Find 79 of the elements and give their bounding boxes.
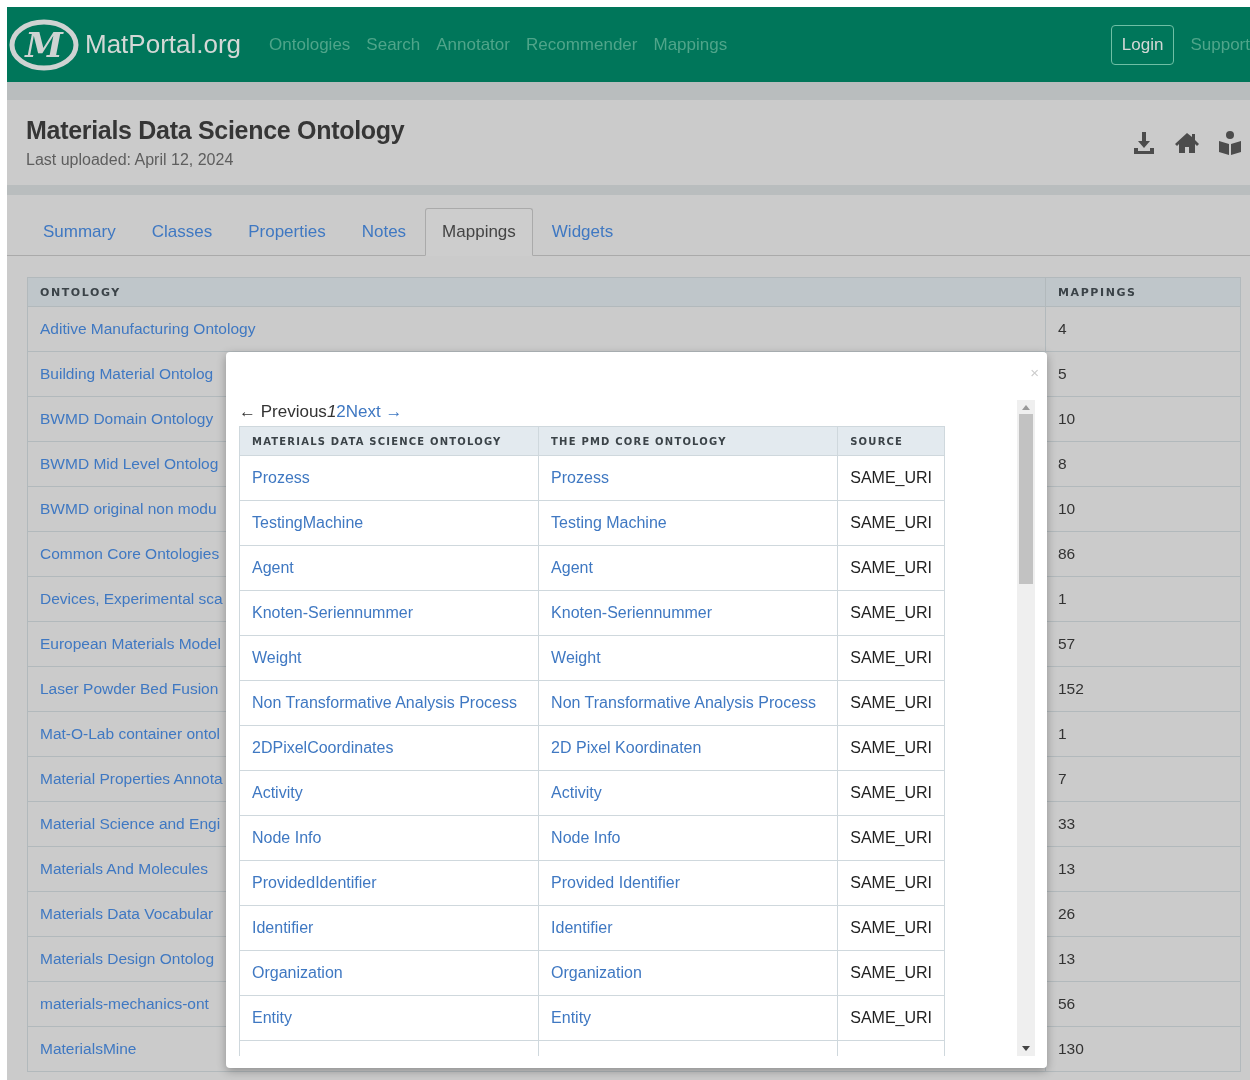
class-link[interactable]: Knoten-Seriennummer [252, 604, 413, 621]
class-link[interactable]: Entity [551, 1009, 592, 1026]
class-link[interactable]: Entity [252, 1009, 292, 1026]
table-cell: SAME_URI [837, 860, 945, 906]
class-link[interactable]: Identifier [551, 919, 613, 936]
class-link[interactable]: Prozess [252, 469, 310, 486]
ontology-link[interactable]: BWMD Domain Ontology [40, 410, 214, 427]
column-header: SOURCE [837, 426, 945, 456]
class-link[interactable]: ProvidedIdentifier [252, 874, 377, 891]
class-link[interactable]: Provided Identifier [551, 874, 681, 891]
ontology-link[interactable]: MaterialsMine [40, 1040, 137, 1057]
download-icon[interactable] [1132, 130, 1156, 155]
brand-name[interactable]: MatPortal.org [85, 29, 242, 60]
ontology-link[interactable]: Materials And Molecules [40, 860, 208, 877]
ontology-link[interactable]: European Materials Model [40, 635, 221, 652]
column-header: MATERIALS DATA SCIENCE ONTOLOGY [239, 426, 539, 456]
page-link[interactable]: 1 [326, 402, 337, 422]
table-cell: SAME_URI [837, 995, 945, 1041]
ontology-title: Materials Data Science Ontology [26, 116, 406, 145]
table-cell: SAME_URI [837, 725, 945, 771]
ontology-link[interactable]: Materials Data Vocabular [40, 905, 214, 922]
class-link[interactable]: Node Info [252, 829, 322, 846]
ontology-link[interactable]: Devices, Experimental sca [40, 590, 223, 607]
login-button[interactable]: Login [1110, 24, 1175, 65]
table-cell: SAME_URI [837, 905, 945, 951]
class-link[interactable]: Organization [252, 964, 343, 981]
table-cell: SAME_URI [837, 455, 945, 501]
class-link[interactable]: Identifier [252, 919, 314, 936]
upload-date: Last uploaded: April 12, 2024 [26, 151, 235, 169]
class-link[interactable]: Node Info [551, 829, 621, 846]
home-icon[interactable] [1174, 131, 1200, 154]
ontology-link[interactable]: Material Science and Engi [40, 815, 221, 832]
ontology-link[interactable]: Building Material Ontolog [40, 365, 214, 382]
tab[interactable]: Notes [344, 208, 424, 255]
class-link[interactable]: TestingMachine [252, 514, 364, 531]
table-cell: SAME_URI [837, 500, 945, 546]
ontology-link[interactable]: Materials Design Ontolog [40, 950, 215, 967]
ontology-link[interactable]: materials-mechanics-ont [40, 995, 209, 1012]
table-cell: SAME_URI [837, 950, 945, 996]
ontology-link[interactable]: Laser Powder Bed Fusion [40, 680, 219, 697]
reader-icon[interactable] [1218, 129, 1242, 156]
class-link[interactable]: Weight [551, 649, 601, 666]
tab[interactable]: Properties [231, 208, 343, 255]
column-header: THE PMD CORE ONTOLOGY [538, 426, 838, 456]
class-link[interactable]: Organization [551, 964, 642, 981]
class-link[interactable]: Agent [551, 559, 593, 576]
column-header: ONTOLOGY [27, 277, 1046, 307]
table-cell: SAME_URI [837, 770, 945, 816]
tab[interactable]: Summary [26, 208, 133, 255]
class-link[interactable]: 2D Pixel Koordinaten [551, 739, 702, 756]
class-link[interactable]: 2DPixelCoordinates [252, 739, 394, 756]
page-link[interactable]: 2 [336, 402, 346, 422]
table-cell: SAME_URI [837, 545, 945, 591]
next-link[interactable]: Next → [345, 402, 403, 422]
class-link[interactable]: Testing Machine [551, 514, 667, 531]
class-link[interactable]: Weight [252, 649, 302, 666]
table-cell: SAME_URI [837, 815, 945, 861]
scrollbar-thumb[interactable] [1019, 414, 1033, 584]
class-link[interactable]: Agent [252, 559, 294, 576]
table-cell: SAME_URI [837, 680, 945, 726]
ontology-link[interactable]: Material Properties Annota [40, 770, 223, 787]
table-cell: SAME_URI [837, 635, 945, 681]
class-link[interactable]: Prozess [551, 469, 609, 486]
table-cell: 4 [1045, 306, 1241, 352]
ontology-link[interactable]: BWMD original non modu [40, 500, 217, 517]
ontology-link[interactable]: Aditive Manufacturing Ontology [40, 320, 256, 337]
logo-icon[interactable]: M [9, 18, 79, 71]
tab[interactable]: Classes [134, 208, 230, 255]
previous-link[interactable]: ← Previous [239, 402, 327, 422]
class-link[interactable]: Activity [551, 784, 602, 801]
tab[interactable]: Widgets [534, 208, 631, 255]
ontology-link[interactable]: Common Core Ontologies [40, 545, 220, 562]
class-link[interactable]: Activity [252, 784, 303, 801]
table-cell: SAME_URI [837, 590, 945, 636]
tab[interactable]: Mappings [425, 208, 533, 256]
class-link[interactable]: Knoten-Seriennummer [551, 604, 713, 621]
ontology-link[interactable]: BWMD Mid Level Ontolog [40, 455, 219, 472]
column-header: MAPPINGS [1045, 277, 1241, 307]
ontology-link[interactable]: Mat-O-Lab container ontol [40, 725, 221, 742]
